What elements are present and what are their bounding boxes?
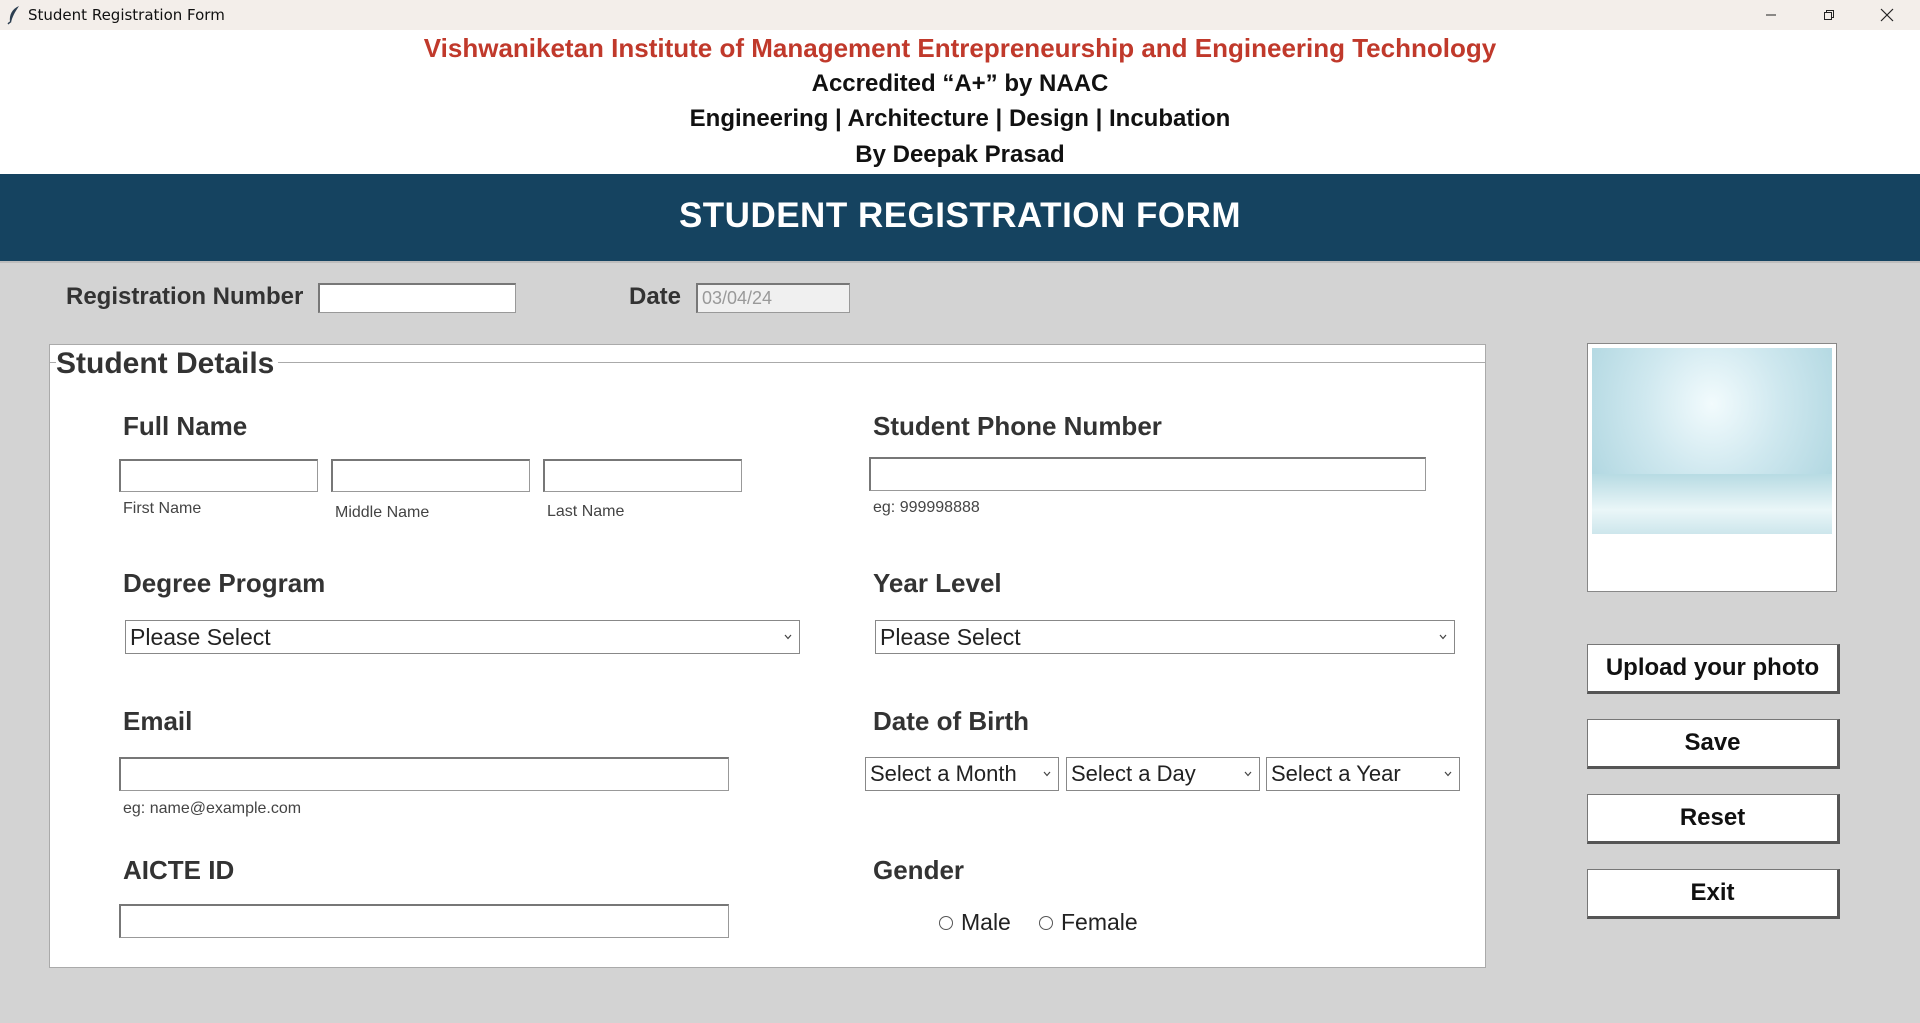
female-radio[interactable] bbox=[1039, 915, 1053, 930]
feather-icon bbox=[7, 6, 19, 25]
registration-number-label: Registration Number bbox=[66, 283, 304, 310]
phone-label: Student Phone Number bbox=[873, 411, 1162, 441]
maximize-icon bbox=[1824, 10, 1834, 20]
institute-name: Vishwaniketan Institute of Management En… bbox=[423, 33, 1497, 63]
email-label: Email bbox=[123, 706, 193, 736]
form-title: STUDENT REGISTRATION FORM bbox=[678, 196, 1242, 235]
aicte-id-input[interactable] bbox=[119, 904, 729, 938]
year-level-label: Year Level bbox=[873, 568, 1002, 598]
maximize-button[interactable] bbox=[1800, 0, 1858, 30]
photo-preview bbox=[1587, 343, 1837, 592]
form-body: Registration Number Date Student Details… bbox=[0, 261, 1920, 1023]
close-button[interactable] bbox=[1858, 0, 1916, 30]
gender-male-option[interactable]: Male bbox=[939, 909, 1011, 936]
degree-program-value: Please Select bbox=[130, 623, 271, 650]
chevron-down-icon bbox=[1439, 634, 1447, 640]
gender-female-option[interactable]: Female bbox=[1039, 909, 1138, 936]
gender-label: Gender bbox=[873, 855, 965, 885]
registration-number-input[interactable] bbox=[318, 283, 516, 313]
exit-button[interactable]: Exit bbox=[1587, 869, 1840, 919]
full-name-label: Full Name bbox=[123, 411, 248, 441]
minimize-button[interactable] bbox=[1742, 0, 1800, 30]
first-name-input[interactable] bbox=[119, 459, 318, 492]
dob-month-select[interactable]: Select a Month bbox=[865, 757, 1059, 791]
dob-month-value: Select a Month bbox=[870, 761, 1017, 786]
first-name-hint: First Name bbox=[123, 500, 202, 517]
email-hint: eg: name@example.com bbox=[123, 800, 302, 817]
minimize-icon bbox=[1766, 14, 1776, 16]
institute-header: Vishwaniketan Institute of Management En… bbox=[0, 30, 1920, 174]
phone-input[interactable] bbox=[869, 457, 1426, 491]
male-label: Male bbox=[961, 909, 1011, 935]
chevron-down-icon bbox=[1043, 771, 1051, 777]
dob-year-value: Select a Year bbox=[1271, 761, 1401, 786]
student-details-legend: Student Details bbox=[56, 347, 279, 381]
male-radio[interactable] bbox=[939, 915, 953, 930]
photo-placeholder-image bbox=[1592, 348, 1832, 534]
email-input[interactable] bbox=[119, 757, 729, 791]
close-icon bbox=[1880, 8, 1894, 22]
dob-year-select[interactable]: Select a Year bbox=[1266, 757, 1460, 791]
dob-day-value: Select a Day bbox=[1071, 761, 1196, 786]
author-text: By Deepak Prasad bbox=[855, 141, 1065, 168]
degree-program-select[interactable]: Please Select bbox=[125, 620, 800, 654]
year-level-value: Please Select bbox=[880, 623, 1021, 650]
aicte-id-label: AICTE ID bbox=[123, 855, 235, 885]
middle-name-input[interactable] bbox=[331, 459, 530, 492]
last-name-input[interactable] bbox=[543, 459, 742, 492]
date-of-birth-label: Date of Birth bbox=[873, 706, 1029, 736]
date-label: Date bbox=[629, 283, 682, 310]
dob-day-select[interactable]: Select a Day bbox=[1066, 757, 1260, 791]
streams-text: Engineering | Architecture | Design | In… bbox=[689, 105, 1231, 132]
reset-button[interactable]: Reset bbox=[1587, 794, 1840, 844]
chevron-down-icon bbox=[1244, 771, 1252, 777]
window-titlebar: Student Registration Form bbox=[0, 0, 1920, 30]
chevron-down-icon bbox=[1444, 771, 1452, 777]
accreditation-text: Accredited “A+” by NAAC bbox=[811, 70, 1109, 97]
upload-photo-button[interactable]: Upload your photo bbox=[1587, 644, 1840, 694]
date-field bbox=[696, 283, 850, 313]
chevron-down-icon bbox=[784, 634, 792, 640]
student-details-frame: Student Details Full Name First Name Mid… bbox=[49, 344, 1486, 968]
last-name-hint: Last Name bbox=[547, 503, 625, 520]
degree-program-label: Degree Program bbox=[123, 568, 326, 598]
save-button[interactable]: Save bbox=[1587, 719, 1840, 769]
form-banner: STUDENT REGISTRATION FORM bbox=[0, 174, 1920, 261]
middle-name-hint: Middle Name bbox=[335, 504, 430, 521]
window-title: Student Registration Form bbox=[28, 6, 225, 24]
phone-hint: eg: 999998888 bbox=[873, 499, 980, 516]
female-label: Female bbox=[1061, 909, 1138, 935]
year-level-select[interactable]: Please Select bbox=[875, 620, 1455, 654]
